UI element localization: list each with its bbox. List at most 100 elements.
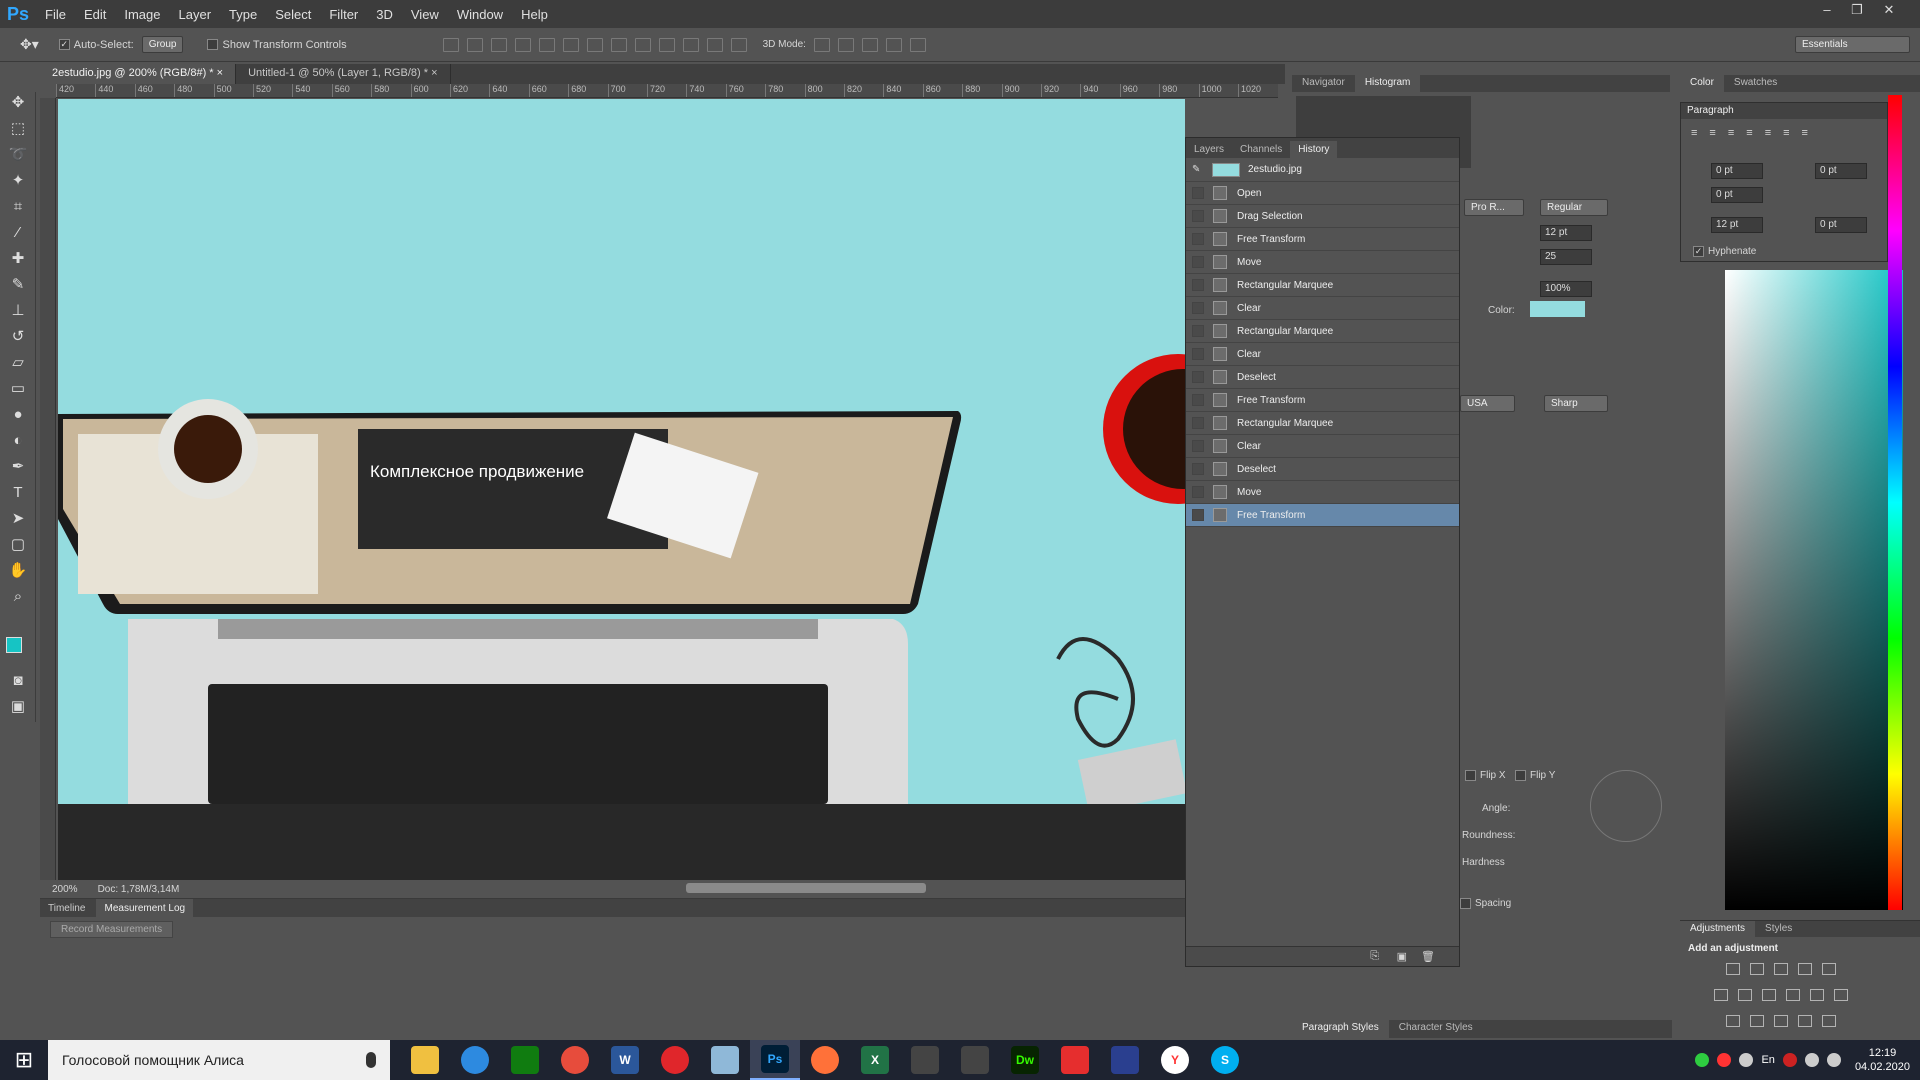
close-icon[interactable]: × [217, 67, 223, 79]
justify-all-icon[interactable]: ≡ [1802, 127, 1808, 139]
tab-adjustments[interactable]: Adjustments [1680, 921, 1756, 937]
tab-color[interactable]: Color [1680, 75, 1724, 92]
vibrance-icon[interactable] [1822, 963, 1836, 975]
menu-file[interactable]: File [36, 7, 75, 22]
foreground-color-swatch[interactable] [6, 637, 22, 653]
yandex-browser-icon[interactable]: Y [1150, 1040, 1200, 1080]
history-brush-source-box[interactable] [1192, 463, 1204, 475]
3d-scale-icon[interactable] [909, 37, 926, 52]
history-brush-source-icon[interactable]: ✎ [1192, 164, 1204, 175]
network-icon[interactable] [1804, 1053, 1819, 1067]
history-item[interactable]: Rectangular Marquee [1186, 320, 1459, 343]
tab-2estudio[interactable]: 2estudio.jpg @ 200% (RGB/8#) * × [40, 64, 237, 84]
history-brush-source-box[interactable] [1192, 486, 1204, 498]
eyedropper-icon[interactable]: ⁄ [6, 222, 30, 244]
tab-history[interactable]: History [1290, 141, 1338, 158]
history-item[interactable]: Move [1186, 251, 1459, 274]
menu-select[interactable]: Select [266, 7, 320, 22]
dreamweaver-icon[interactable]: Dw [1000, 1040, 1050, 1080]
move-tool-icon[interactable]: ✥ [6, 92, 30, 114]
acrobat-tray-icon[interactable] [1782, 1053, 1797, 1067]
eraser-tool-icon[interactable]: ▱ [6, 352, 30, 374]
camera-app-2-icon[interactable] [950, 1040, 1000, 1080]
opera-icon[interactable] [650, 1040, 700, 1080]
chrome-icon[interactable] [550, 1040, 600, 1080]
minimize-button[interactable]: – [1814, 2, 1840, 22]
menu-filter[interactable]: Filter [320, 7, 367, 22]
healing-brush-icon[interactable]: ✚ [6, 248, 30, 270]
horizontal-scale-field[interactable]: 100% [1540, 281, 1592, 297]
color-lookup-icon[interactable] [1834, 989, 1848, 1001]
hyphenate-checkbox[interactable]: ✓ Hyphenate [1693, 246, 1756, 257]
indent-first-field[interactable]: 0 pt [1711, 187, 1763, 203]
3d-pan-icon[interactable] [861, 37, 878, 52]
camera-app-icon[interactable] [900, 1040, 950, 1080]
3d-roll-icon[interactable] [837, 37, 854, 52]
history-brush-source-box[interactable] [1192, 210, 1204, 222]
history-item[interactable]: Deselect [1186, 458, 1459, 481]
close-icon[interactable]: × [431, 67, 437, 79]
show-transform-checkbox[interactable]: Show Transform Controls [207, 39, 347, 51]
justify-right-icon[interactable]: ≡ [1783, 127, 1789, 139]
history-item[interactable]: Rectangular Marquee [1186, 274, 1459, 297]
notepad-icon[interactable] [700, 1040, 750, 1080]
microphone-icon[interactable] [366, 1052, 376, 1068]
close-button[interactable]: ✕ [1876, 2, 1902, 22]
hand-tool-icon[interactable]: ✋ [6, 560, 30, 582]
document-canvas[interactable]: Комплексное продвижение [58, 99, 1185, 804]
align-right-icon[interactable]: ≡ [1728, 127, 1734, 139]
menu-edit[interactable]: Edit [75, 7, 115, 22]
distribute-top-icon[interactable] [586, 37, 603, 52]
history-item[interactable]: Clear [1186, 343, 1459, 366]
auto-select-checkbox[interactable]: ✓ Auto-Select: [58, 39, 134, 51]
indent-left-field[interactable]: 0 pt [1711, 163, 1763, 179]
posterize-icon[interactable] [1750, 1015, 1764, 1027]
leading-field[interactable]: 12 pt [1540, 225, 1592, 241]
brush-tool-icon[interactable]: ✎ [6, 274, 30, 296]
spacing-checkbox[interactable]: Spacing [1460, 898, 1511, 909]
photo-filter-icon[interactable] [1786, 989, 1800, 1001]
pen-tool-icon[interactable]: ✒ [6, 456, 30, 478]
internet-explorer-icon[interactable] [450, 1040, 500, 1080]
new-document-icon[interactable]: ⎘ [1370, 950, 1379, 963]
indent-right-field[interactable]: 0 pt [1815, 163, 1867, 179]
history-item[interactable]: Free Transform [1186, 504, 1459, 527]
tab-timeline[interactable]: Timeline [40, 899, 93, 918]
search-input[interactable]: Голосовой помощник Алиса [48, 1040, 390, 1080]
antialias-dropdown[interactable]: Sharp [1544, 395, 1608, 412]
align-bottom-icon[interactable] [490, 37, 507, 52]
history-brush-source-box[interactable] [1192, 279, 1204, 291]
camera-icon[interactable]: ▣ [1397, 950, 1407, 963]
selective-color-icon[interactable] [1798, 1015, 1812, 1027]
history-item[interactable]: Clear [1186, 435, 1459, 458]
excel-icon[interactable]: X [850, 1040, 900, 1080]
tab-histogram[interactable]: Histogram [1354, 75, 1421, 92]
hue-slider[interactable] [1888, 95, 1902, 910]
language-indicator[interactable]: En [1761, 1054, 1774, 1066]
quick-mask-icon[interactable]: ◙ [6, 670, 30, 692]
threshold-icon[interactable] [1774, 1015, 1788, 1027]
history-brush-source-box[interactable] [1192, 394, 1204, 406]
menu-layer[interactable]: Layer [170, 7, 221, 22]
yandex-tray-icon[interactable] [1717, 1053, 1732, 1067]
tab-styles[interactable]: Styles [1755, 921, 1802, 937]
history-brush-source-box[interactable] [1192, 417, 1204, 429]
history-brush-source-box[interactable] [1192, 371, 1204, 383]
align-left-icon[interactable] [514, 37, 531, 52]
align-right-icon[interactable] [562, 37, 579, 52]
path-select-icon[interactable]: ➤ [6, 508, 30, 530]
tab-character-styles[interactable]: Character Styles [1389, 1020, 1483, 1038]
tracking-field[interactable]: 25 [1540, 249, 1592, 265]
menu-view[interactable]: View [402, 7, 448, 22]
distribute-middle-icon[interactable] [610, 37, 627, 52]
language-dropdown[interactable]: USA [1460, 395, 1515, 412]
font-family-dropdown[interactable]: Pro R... [1464, 199, 1524, 216]
history-item[interactable]: Clear [1186, 297, 1459, 320]
horizontal-scrollbar[interactable] [686, 883, 926, 893]
history-brush-source-box[interactable] [1192, 325, 1204, 337]
distribute-center-icon[interactable] [682, 37, 699, 52]
tab-measurement-log[interactable]: Measurement Log [96, 899, 194, 918]
workspace-dropdown[interactable]: Essentials [1795, 36, 1910, 53]
exposure-icon[interactable] [1798, 963, 1812, 975]
type-tool-icon[interactable]: T [6, 482, 30, 504]
